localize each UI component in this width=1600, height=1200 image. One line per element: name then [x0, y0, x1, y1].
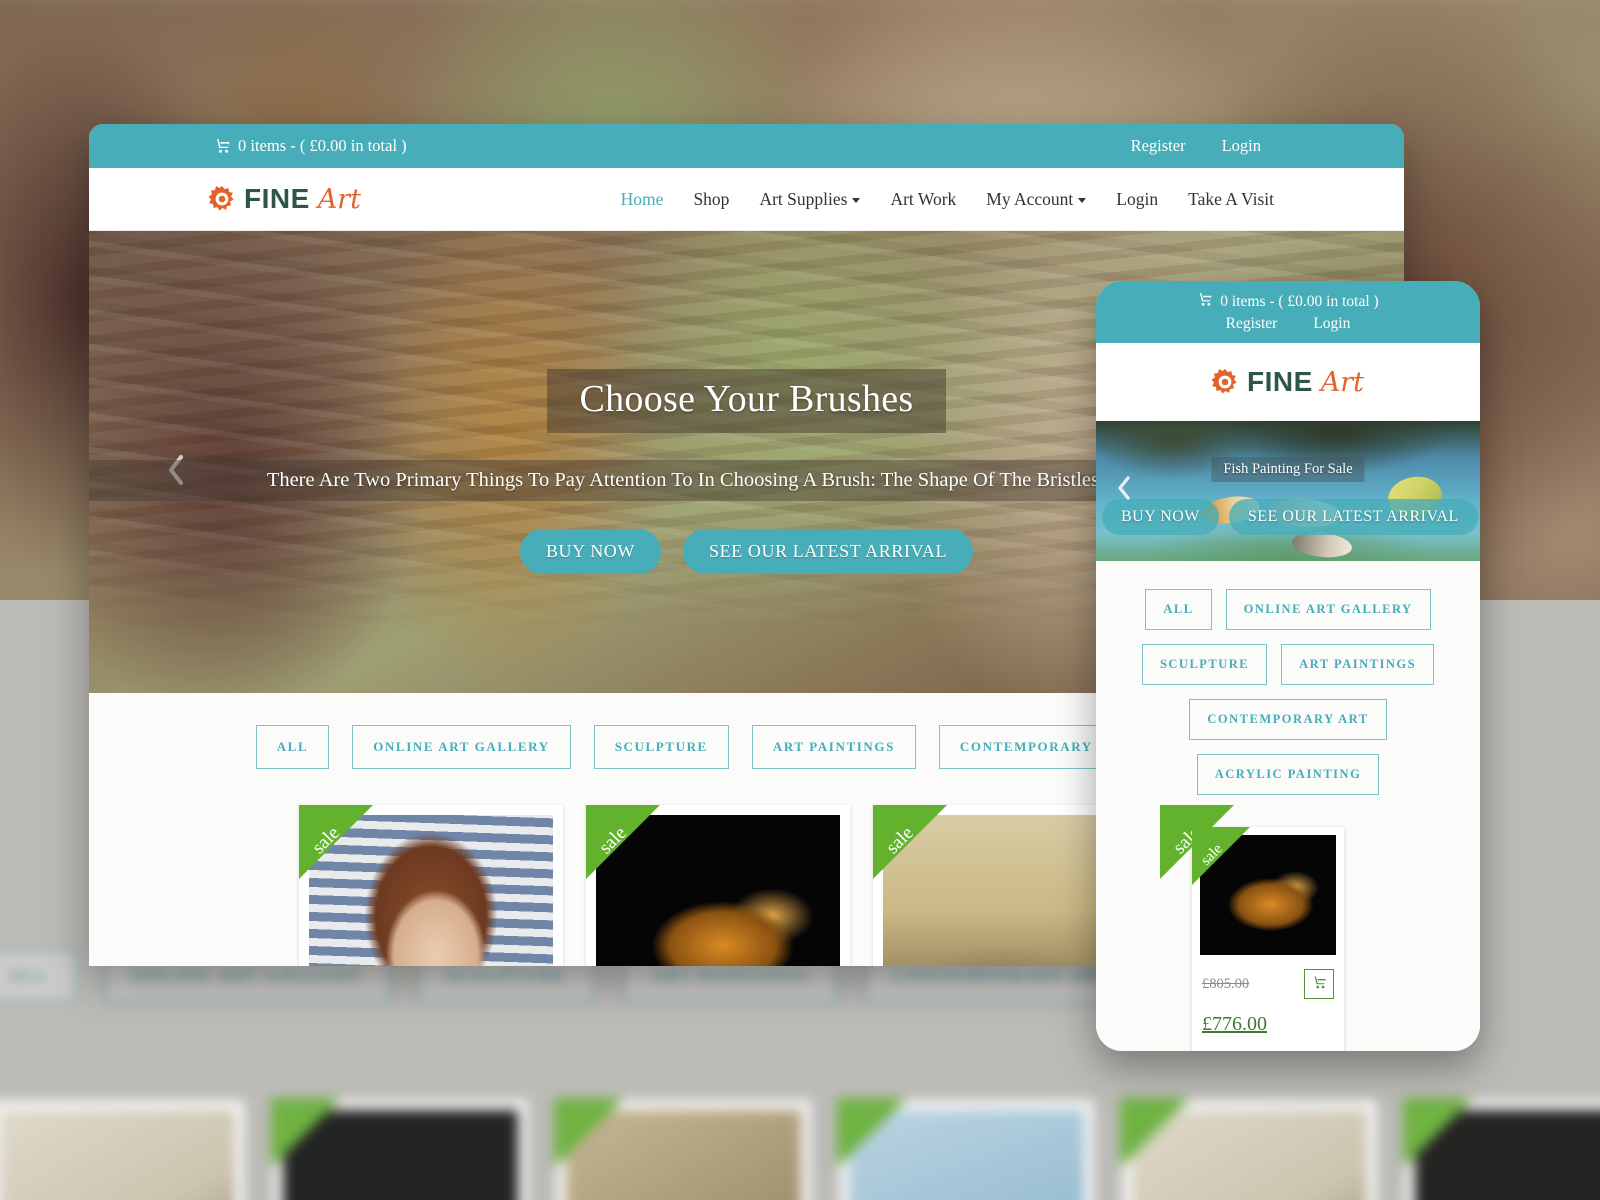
filter-button-sculpture[interactable]: SCULPTURE — [593, 725, 729, 769]
mobile-filter-button-contemporary-art[interactable]: CONTEMPORARY ART — [1189, 699, 1387, 740]
mobile-hero-cta-group: BUY NOW SEE OUR LATEST ARRIVAL — [1102, 499, 1478, 535]
nav-label: Art Supplies — [759, 188, 848, 209]
product-original-price: £805.00 — [1202, 975, 1250, 992]
mobile-preview-device: 0 items - ( £0.00 in total ) Register Lo… — [1096, 281, 1480, 1051]
filter-button-all[interactable]: ALL — [255, 725, 330, 769]
shopping-cart-icon — [1197, 293, 1213, 311]
nav-label: Login — [1116, 188, 1159, 209]
mobile-account-links: Register Login — [1096, 315, 1480, 333]
hero-title: Choose Your Brushes — [547, 369, 946, 433]
nav-menu: Home Shop Art Supplies Art Work My Accou… — [621, 189, 1274, 210]
background-product-card — [837, 1098, 1094, 1200]
product-title[interactable]: Sunny — [1200, 1049, 1336, 1051]
mobile-buy-now-button[interactable]: BUY NOW — [1102, 499, 1219, 535]
latest-arrival-button[interactable]: SEE OUR LATEST ARRIVAL — [682, 529, 974, 574]
nav-label: Take A Visit — [1188, 188, 1274, 209]
mobile-filter-button-sculpture[interactable]: SCULPTURE — [1141, 644, 1268, 685]
main-navigation-bar: FINE Art Home Shop Art Supplies Art Work… — [89, 168, 1404, 231]
mobile-cart-summary-text: 0 items - ( £0.00 in total ) — [1220, 293, 1379, 310]
sale-badge-label: sale — [308, 822, 344, 859]
register-link[interactable]: Register — [1131, 136, 1186, 156]
background-product-card — [271, 1098, 528, 1200]
sale-badge-label: sale — [1198, 840, 1226, 869]
mobile-hero-carousel: Fish Painting For Sale BUY NOW SEE OUR L… — [1096, 421, 1480, 561]
buy-now-button[interactable]: BUY NOW — [519, 529, 661, 574]
cart-summary[interactable]: 0 items - ( £0.00 in total ) — [214, 136, 407, 156]
login-link[interactable]: Login — [1222, 136, 1261, 156]
mobile-product-card[interactable]: sale £805.00 £776.00 Sunny — [1192, 827, 1344, 1051]
sale-badge: sale — [873, 805, 947, 879]
mobile-login-link[interactable]: Login — [1313, 315, 1350, 333]
cart-summary-text: 0 items - ( £0.00 in total ) — [238, 136, 407, 155]
mobile-logo-bar: FINE Art — [1096, 343, 1480, 421]
sale-badge-label: sale — [595, 822, 631, 859]
mobile-filter-button-all[interactable]: ALL — [1145, 589, 1212, 630]
sale-badge: sale — [299, 805, 373, 879]
nav-label: Home — [620, 188, 664, 209]
background-product-card — [0, 1100, 245, 1200]
nav-label: Art Work — [890, 188, 957, 209]
topbar-account-links: Register Login — [1131, 136, 1261, 156]
product-card[interactable]: sale — [299, 805, 563, 966]
chevron-down-icon — [852, 197, 861, 203]
utility-topbar: 0 items - ( £0.00 in total ) Register Lo… — [89, 124, 1404, 168]
nav-item-art-supplies[interactable]: Art Supplies — [759, 188, 861, 210]
background-product-card — [554, 1098, 811, 1200]
sale-badge: sale — [1192, 827, 1250, 885]
mobile-product-grid: sale £805.00 £776.00 Sunny — [1096, 813, 1480, 1051]
nav-item-take-a-visit[interactable]: Take A Visit — [1188, 189, 1274, 210]
mobile-carousel-prev-button[interactable] — [1116, 475, 1132, 501]
mobile-utility-topbar: 0 items - ( £0.00 in total ) Register Lo… — [1096, 281, 1480, 343]
chevron-down-icon — [1078, 197, 1087, 203]
mobile-category-filter-row: ALL ONLINE ART GALLERY SCULPTURE ART PAI… — [1096, 561, 1480, 813]
mobile-hero-title: Fish Painting For Sale — [1211, 457, 1365, 482]
flower-gear-icon — [208, 186, 235, 212]
nav-item-my-account[interactable]: My Account — [986, 188, 1087, 210]
mobile-filter-button-art-paintings[interactable]: ART PAINTINGS — [1281, 644, 1435, 685]
product-sale-price[interactable]: £776.00 — [1200, 1013, 1336, 1036]
site-logo[interactable]: FINE Art — [208, 183, 362, 215]
sale-badge: sale — [586, 805, 660, 879]
sale-badge-label: sale — [882, 822, 918, 859]
nav-label: Shop — [693, 188, 730, 209]
product-card[interactable]: sale — [586, 805, 850, 966]
background-product-card — [1403, 1098, 1600, 1200]
background-product-row — [0, 1098, 1600, 1200]
nav-item-art-work[interactable]: Art Work — [890, 189, 956, 210]
hero-cta-group: BUY NOW SEE OUR LATEST ARRIVAL — [519, 529, 974, 574]
logo-text-primary: FINE — [244, 183, 310, 214]
filter-button-art-paintings[interactable]: ART PAINTINGS — [751, 725, 916, 769]
mobile-filter-button-acrylic-painting[interactable]: ACRYLIC PAINTING — [1196, 754, 1380, 795]
shopping-cart-icon — [1311, 976, 1327, 992]
nav-item-login[interactable]: Login — [1116, 189, 1158, 210]
filter-button-online-art-gallery[interactable]: ONLINE ART GALLERY — [352, 725, 571, 769]
nav-item-shop[interactable]: Shop — [693, 189, 729, 210]
mobile-filter-button-online-art-gallery[interactable]: ONLINE ART GALLERY — [1225, 589, 1431, 630]
mobile-register-link[interactable]: Register — [1226, 315, 1278, 333]
mobile-latest-arrival-button[interactable]: SEE OUR LATEST ARRIVAL — [1228, 499, 1478, 535]
nav-label: My Account — [986, 188, 1074, 209]
shopping-cart-icon — [214, 139, 231, 153]
mobile-logo-text-primary: FINE — [1246, 366, 1313, 397]
mobile-cart-summary[interactable]: 0 items - ( £0.00 in total ) — [1096, 293, 1480, 311]
mobile-logo-text-secondary: Art — [1320, 366, 1365, 398]
nav-item-home[interactable]: Home — [621, 189, 664, 210]
flower-gear-icon — [1211, 369, 1238, 395]
background-filter-button: ALL — [0, 950, 77, 1002]
logo-text-secondary: Art — [317, 183, 362, 215]
mobile-price-row: £805.00 — [1200, 969, 1336, 999]
add-to-cart-button[interactable] — [1304, 969, 1334, 999]
background-product-card — [1120, 1098, 1377, 1200]
